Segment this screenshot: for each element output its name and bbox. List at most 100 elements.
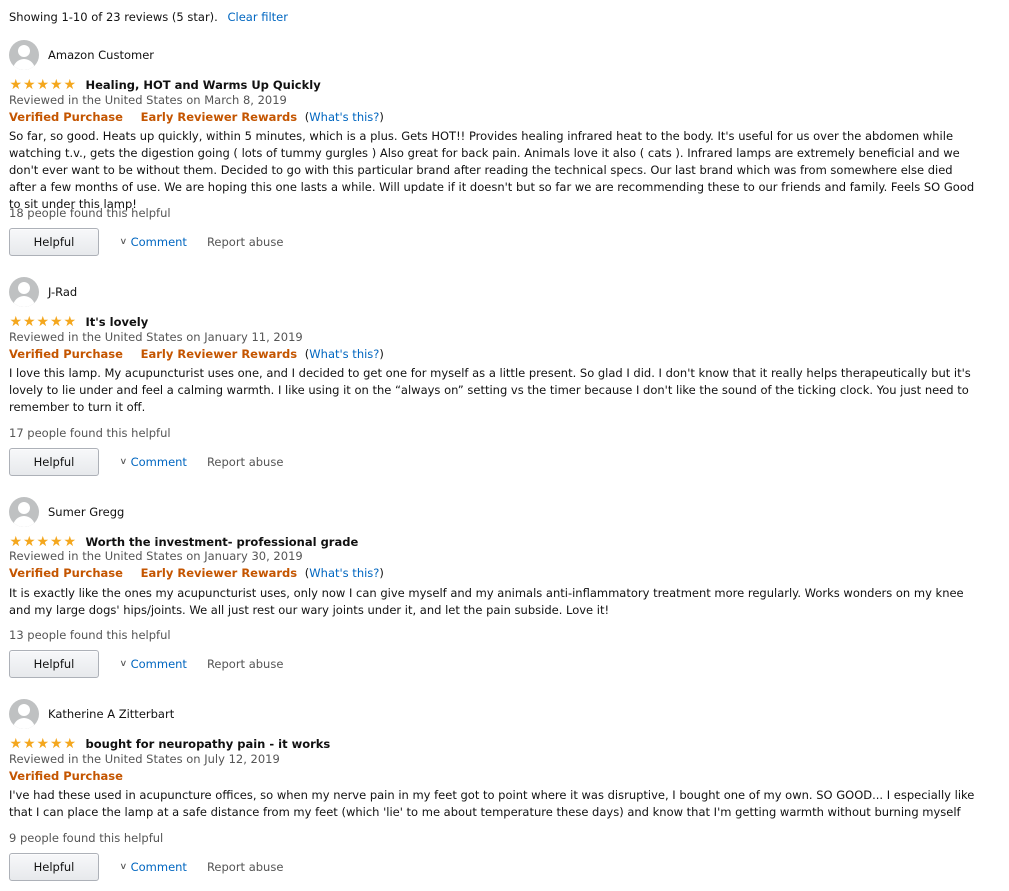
comment-link[interactable]: ∨ Comment: [119, 235, 187, 249]
star-icon: ★: [36, 313, 50, 330]
review-title[interactable]: bought for neuropathy pain - it works: [86, 737, 331, 751]
avatar-icon: [9, 497, 39, 527]
review-actions: Helpful ∨ Comment Report abuse: [9, 853, 283, 881]
review-body: It is exactly like the ones my acupunctu…: [9, 586, 964, 617]
review-title-line: ★ ★ ★ ★ ★ Healing, HOT and Warms Up Quickly: [9, 76, 321, 93]
helpful-button[interactable]: Helpful: [9, 650, 99, 678]
review-actions: Helpful ∨ Comment Report abuse: [9, 228, 283, 256]
showing-count-text: Showing 1-10 of 23 reviews (5 star).: [9, 10, 218, 24]
comment-link[interactable]: ∨ Comment: [119, 657, 187, 671]
verified-purchase-badge: Verified Purchase: [9, 769, 123, 783]
comment-link[interactable]: ∨ Comment: [119, 860, 187, 874]
star-icon: ★: [63, 533, 77, 550]
star-icon: ★: [36, 533, 50, 550]
reviewer-name: Amazon Customer: [48, 48, 154, 62]
comment-label: Comment: [130, 860, 187, 874]
chevron-down-icon: ∨: [119, 237, 128, 247]
review-title-line: ★ ★ ★ ★ ★ It's lovely: [9, 314, 148, 330]
report-abuse-link[interactable]: Report abuse: [207, 657, 283, 671]
star-icon: ★: [49, 76, 63, 93]
reviewer-profile[interactable]: Sumer Gregg: [9, 497, 124, 527]
avatar-icon: [9, 277, 39, 307]
review-title-line: ★ ★ ★ ★ ★ bought for neuropathy pain - it wo…: [9, 736, 330, 752]
review-date: Reviewed in the United States on July 12…: [9, 752, 280, 766]
star-icon: ★: [9, 533, 23, 550]
chevron-down-icon: ∨: [119, 659, 128, 669]
star-icon: ★: [49, 533, 63, 550]
review-body: I love this lamp. My acupuncturist uses …: [9, 366, 971, 414]
avatar-icon: [9, 699, 39, 729]
comment-link[interactable]: ∨ Comment: [119, 455, 187, 469]
helpful-button[interactable]: Helpful: [9, 228, 99, 256]
star-icon: ★: [22, 533, 36, 550]
comment-label: Comment: [130, 235, 187, 249]
review-actions: Helpful ∨ Comment Report abuse: [9, 448, 283, 476]
verified-purchase-badge: Verified Purchase: [9, 566, 123, 580]
helpful-count: 13 people found this helpful: [9, 628, 171, 642]
star-icon: ★: [9, 76, 23, 93]
early-reviewer-badge: Early Reviewer Rewards: [140, 566, 298, 580]
chevron-down-icon: ∨: [119, 457, 128, 467]
badge-line: Verified Purchase Early Reviewer Rewards…: [9, 346, 384, 362]
star-icon: ★: [22, 76, 36, 93]
whats-this-link[interactable]: What's this?: [309, 347, 379, 361]
report-abuse-link[interactable]: Report abuse: [207, 455, 283, 469]
star-icon: ★: [49, 313, 63, 330]
paren-close: ): [379, 347, 384, 361]
review-item: J-Rad ★ ★ ★ ★ ★ It's lovely Reviewed in the …: [9, 277, 984, 477]
comment-label: Comment: [130, 455, 187, 469]
star-icon: ★: [49, 735, 63, 752]
helpful-button[interactable]: Helpful: [9, 853, 99, 881]
paren-close: ): [379, 110, 384, 124]
whats-this-link[interactable]: What's this?: [309, 566, 379, 580]
helpful-count: 9 people found this helpful: [9, 831, 164, 845]
report-abuse-link[interactable]: Report abuse: [207, 860, 283, 874]
star-icon: ★: [63, 313, 77, 330]
verified-purchase-badge: Verified Purchase: [9, 347, 123, 361]
star-rating[interactable]: ★ ★ ★ ★ ★: [9, 735, 77, 752]
star-icon: ★: [36, 735, 50, 752]
star-icon: ★: [36, 76, 50, 93]
review-item: Sumer Gregg ★ ★ ★ ★ ★ Worth the investment- …: [9, 497, 984, 682]
review-body: So far, so good. Heats up quickly, withi…: [9, 129, 975, 211]
review-date: Reviewed in the United States on March 8…: [9, 93, 287, 107]
review-filter-summary: Showing 1-10 of 23 reviews (5 star). Cle…: [9, 9, 288, 25]
reviewer-name: Sumer Gregg: [48, 505, 125, 519]
comment-label: Comment: [130, 657, 187, 671]
star-rating[interactable]: ★ ★ ★ ★ ★: [9, 533, 77, 550]
badge-line: Verified Purchase Early Reviewer Rewards…: [9, 109, 384, 125]
review-date: Reviewed in the United States on January…: [9, 330, 303, 344]
review-title[interactable]: It's lovely: [86, 315, 149, 329]
early-reviewer-badge: Early Reviewer Rewards: [140, 347, 298, 361]
report-abuse-link[interactable]: Report abuse: [207, 235, 283, 249]
helpful-count: 18 people found this helpful: [9, 206, 171, 220]
reviewer-profile[interactable]: Katherine A Zitterbart: [9, 699, 174, 729]
star-rating[interactable]: ★ ★ ★ ★ ★: [9, 313, 77, 330]
avatar-icon: [9, 40, 39, 70]
early-reviewer-badge: Early Reviewer Rewards: [140, 110, 298, 124]
paren-close: ): [379, 566, 384, 580]
reviewer-name: Katherine A Zitterbart: [48, 707, 175, 721]
review-body: I've had these used in acupuncture offic…: [9, 788, 975, 819]
reviewer-profile[interactable]: Amazon Customer: [9, 40, 154, 70]
review-item: Amazon Customer ★ ★ ★ ★ ★ Healing, HOT and W…: [9, 40, 984, 260]
clear-filter-link[interactable]: Clear filter: [227, 10, 287, 24]
helpful-button[interactable]: Helpful: [9, 448, 99, 476]
badge-line: Verified Purchase: [9, 768, 123, 784]
star-icon: ★: [63, 76, 77, 93]
whats-this-link[interactable]: What's this?: [309, 110, 379, 124]
star-icon: ★: [9, 313, 23, 330]
review-item: Katherine A Zitterbart ★ ★ ★ ★ ★ bought for …: [9, 699, 984, 884]
star-icon: ★: [63, 735, 77, 752]
review-title[interactable]: Healing, HOT and Warms Up Quickly: [86, 78, 321, 92]
reviewer-profile[interactable]: J-Rad: [9, 277, 77, 307]
badge-line: Verified Purchase Early Reviewer Rewards…: [9, 565, 384, 581]
chevron-down-icon: ∨: [119, 862, 128, 872]
review-title[interactable]: Worth the investment- professional grade: [86, 535, 359, 549]
verified-purchase-badge: Verified Purchase: [9, 110, 123, 124]
star-icon: ★: [9, 735, 23, 752]
review-date: Reviewed in the United States on January…: [9, 549, 303, 563]
reviewer-name: J-Rad: [48, 285, 78, 299]
star-rating[interactable]: ★ ★ ★ ★ ★: [9, 76, 77, 93]
helpful-count: 17 people found this helpful: [9, 426, 171, 440]
